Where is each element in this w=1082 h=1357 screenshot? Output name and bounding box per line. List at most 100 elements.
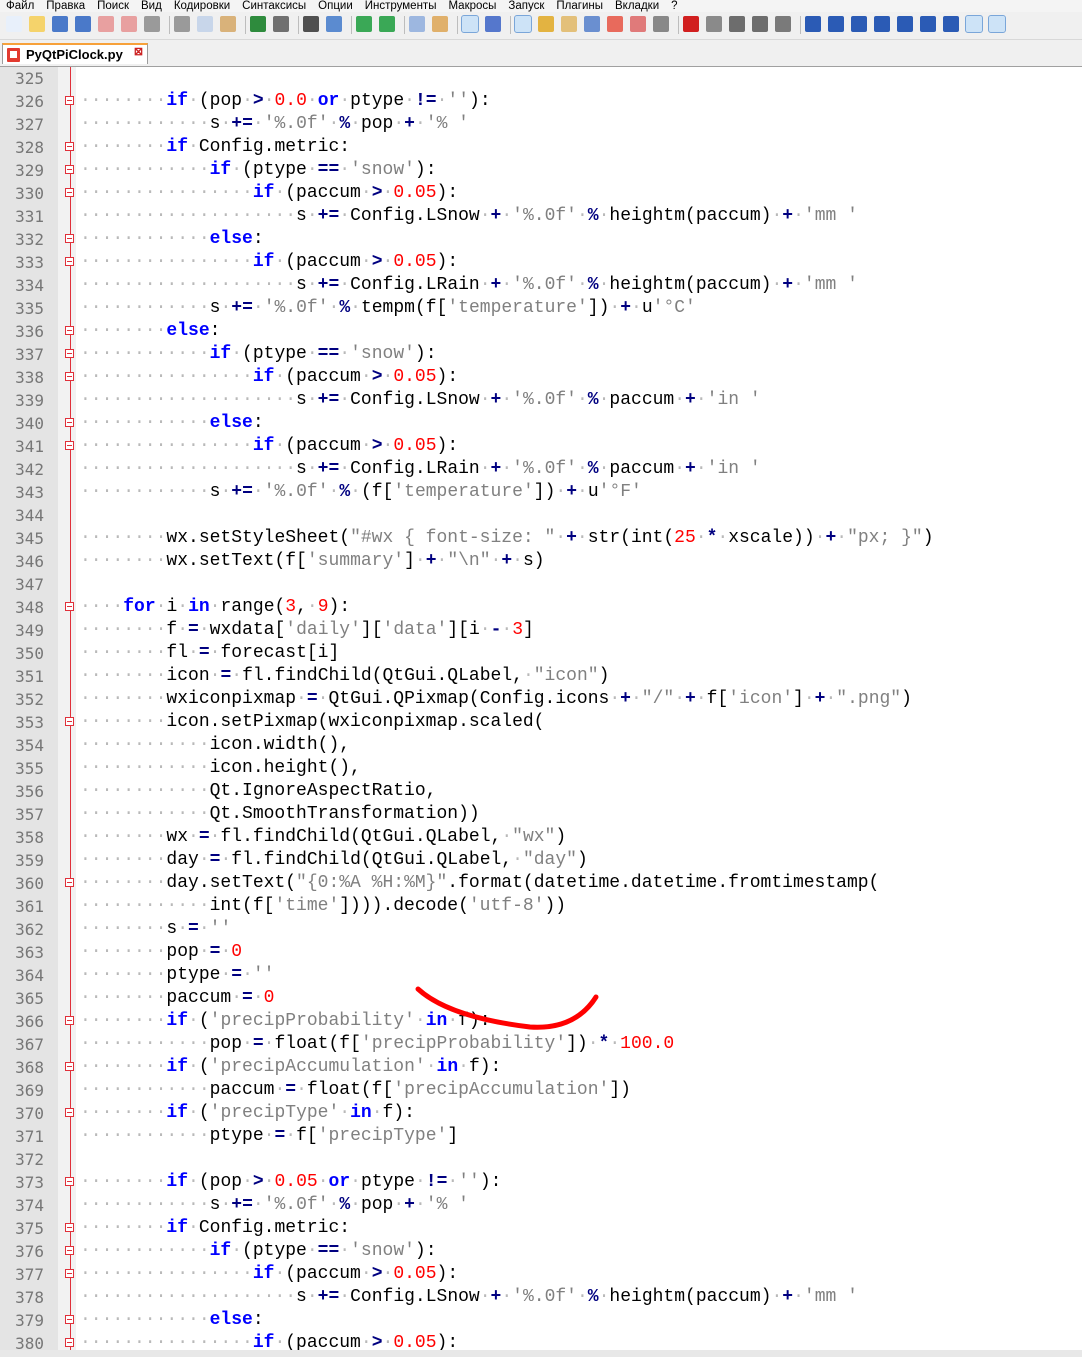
menu-item-8[interactable]: Макросы	[442, 0, 496, 12]
code-line[interactable]: 369 ············paccum·=·float(f['precipA…	[0, 1079, 1082, 1102]
wrap-icon[interactable]	[461, 15, 479, 33]
menu-item-2[interactable]: Поиск	[91, 0, 129, 12]
menu-item-7[interactable]: Инструменты	[359, 0, 437, 12]
sync-horizontal-icon[interactable]	[432, 16, 448, 32]
copy-icon[interactable]	[197, 16, 213, 32]
menu-item-3[interactable]: Вид	[135, 0, 162, 12]
find-icon[interactable]	[303, 16, 319, 32]
code-line[interactable]: 328 ········if·Config.metric:	[0, 136, 1082, 159]
menu-item-9[interactable]: Запуск	[502, 0, 544, 12]
fold-toggle-icon[interactable]	[65, 717, 74, 726]
code-line[interactable]: 349 ········f·=·wxdata['daily']['data'][i…	[0, 619, 1082, 642]
new-file-icon[interactable]	[6, 16, 22, 32]
code-line[interactable]: 335 ············s·+=·'%.0f'·%·tempm(f['te…	[0, 297, 1082, 320]
fold-toggle-icon[interactable]	[65, 234, 74, 243]
code-line[interactable]: 333 ················if·(paccum·>·0.05):	[0, 251, 1082, 274]
collapse-icon[interactable]	[874, 16, 890, 32]
code-line[interactable]: 338 ················if·(paccum·>·0.05):	[0, 366, 1082, 389]
code-line[interactable]: 372	[0, 1148, 1082, 1171]
list-icon[interactable]	[828, 16, 844, 32]
play-macro-icon[interactable]	[729, 16, 745, 32]
menu-item-6[interactable]: Опции	[312, 0, 353, 12]
folder-icon[interactable]	[607, 16, 623, 32]
show-all-chars-icon[interactable]	[485, 16, 501, 32]
code-line[interactable]: 330 ················if·(paccum·>·0.05):	[0, 182, 1082, 205]
close-icon[interactable]: ⊠	[133, 47, 144, 58]
cut-icon[interactable]	[174, 16, 190, 32]
open-file-icon[interactable]	[29, 16, 45, 32]
code-line[interactable]: 376 ············if·(ptype·==·'snow'):	[0, 1240, 1082, 1263]
bookmark-icon[interactable]	[805, 16, 821, 32]
code-line[interactable]: 362 ········s·=·''	[0, 918, 1082, 941]
code-line[interactable]: 348 ····for·i·in·range(3,·9):	[0, 596, 1082, 619]
code-line[interactable]: 357 ············Qt.SmoothTransformation))	[0, 803, 1082, 826]
code-line[interactable]: 346 ········wx.setText(f['summary']·+·"\n…	[0, 550, 1082, 573]
window-icon[interactable]	[965, 15, 983, 33]
zoom-out-icon[interactable]	[379, 16, 395, 32]
spellcheck-icon[interactable]	[988, 15, 1006, 33]
paste-icon[interactable]	[220, 16, 236, 32]
code-line[interactable]: 379 ············else:	[0, 1309, 1082, 1332]
fold-toggle-icon[interactable]	[65, 349, 74, 358]
code-editor[interactable]: 325 326 ········if·(pop·>·0.0·or·ptype·!=·…	[0, 67, 1082, 1350]
lang-icon[interactable]	[538, 16, 554, 32]
fold-toggle-icon[interactable]	[65, 165, 74, 174]
code-line[interactable]: 341 ················if·(paccum·>·0.05):	[0, 435, 1082, 458]
code-line[interactable]: 377 ················if·(paccum·>·0.05):	[0, 1263, 1082, 1286]
code-line[interactable]: 340 ············else:	[0, 412, 1082, 435]
code-line[interactable]: 339 ····················s·+=·Config.LSnow…	[0, 389, 1082, 412]
fold-toggle-icon[interactable]	[65, 1223, 74, 1232]
code-line[interactable]: 332 ············else:	[0, 228, 1082, 251]
monitor-icon[interactable]	[630, 16, 646, 32]
tab-pyqtpiclock[interactable]: PyQtPiClock.py ⊠	[2, 43, 148, 64]
save-icon[interactable]	[52, 16, 68, 32]
fold-toggle-icon[interactable]	[65, 418, 74, 427]
fold-toggle-icon[interactable]	[65, 96, 74, 105]
fold-toggle-icon[interactable]	[65, 1269, 74, 1278]
doc-map-icon[interactable]	[561, 16, 577, 32]
eye-icon[interactable]	[653, 16, 669, 32]
code-line[interactable]: 378 ····················s·+=·Config.LSnow…	[0, 1286, 1082, 1309]
code-line[interactable]: 361 ············int(f['time']))).decode('…	[0, 895, 1082, 918]
code-line[interactable]: 350 ········fl·=·forecast[i]	[0, 642, 1082, 665]
code-line[interactable]: 354 ············icon.width(),	[0, 734, 1082, 757]
code-line[interactable]: 367 ············pop·=·float(f['precipProb…	[0, 1033, 1082, 1056]
menu-item-1[interactable]: Правка	[40, 0, 85, 12]
code-line[interactable]: 375 ········if·Config.metric:	[0, 1217, 1082, 1240]
fold-toggle-icon[interactable]	[65, 188, 74, 197]
save-all-icon[interactable]	[75, 16, 91, 32]
code-line[interactable]: 370 ········if·('precipType'·in·f):	[0, 1102, 1082, 1125]
code-line[interactable]: 343 ············s·+=·'%.0f'·%·(f['tempera…	[0, 481, 1082, 504]
list-icon-2[interactable]	[851, 16, 867, 32]
sync-vertical-icon[interactable]	[409, 16, 425, 32]
fold-toggle-icon[interactable]	[65, 1338, 74, 1347]
arrow-down-icon[interactable]	[920, 16, 936, 32]
menu-item-12[interactable]: ?	[665, 0, 677, 12]
fold-toggle-icon[interactable]	[65, 142, 74, 151]
code-line[interactable]: 351 ········icon·=·fl.findChild(QtGui.QLa…	[0, 665, 1082, 688]
code-line[interactable]: 331 ····················s·+=·Config.LSnow…	[0, 205, 1082, 228]
code-line[interactable]: 380 ················if·(paccum·>·0.05):	[0, 1332, 1082, 1350]
code-line[interactable]: 356 ············Qt.IgnoreAspectRatio,	[0, 780, 1082, 803]
code-line[interactable]: 326 ········if·(pop·>·0.0·or·ptype·!=·'')…	[0, 90, 1082, 113]
code-line[interactable]: 334 ····················s·+=·Config.LRain…	[0, 274, 1082, 297]
fold-toggle-icon[interactable]	[65, 1108, 74, 1117]
code-line[interactable]: 353 ········icon.setPixmap(wxiconpixmap.s…	[0, 711, 1082, 734]
code-line[interactable]: 337 ············if·(ptype·==·'snow'):	[0, 343, 1082, 366]
horizontal-scrollbar[interactable]	[0, 1350, 1082, 1357]
fold-toggle-icon[interactable]	[65, 1177, 74, 1186]
menu-item-5[interactable]: Синтаксисы	[236, 0, 306, 12]
code-line[interactable]: 329 ············if·(ptype·==·'snow'):	[0, 159, 1082, 182]
code-line[interactable]: 347	[0, 573, 1082, 596]
stop-macro-icon[interactable]	[706, 16, 722, 32]
code-line[interactable]: 363 ········pop·=·0	[0, 941, 1082, 964]
fold-toggle-icon[interactable]	[65, 372, 74, 381]
fold-toggle-icon[interactable]	[65, 602, 74, 611]
zoom-in-icon[interactable]	[356, 16, 372, 32]
code-line[interactable]: 352 ········wxiconpixmap·=·QtGui.QPixmap(…	[0, 688, 1082, 711]
code-line[interactable]: 327 ············s·+=·'%.0f'·%·pop·+·'% '	[0, 113, 1082, 136]
fold-toggle-icon[interactable]	[65, 1246, 74, 1255]
fold-toggle-icon[interactable]	[65, 1315, 74, 1324]
code-line[interactable]: 373 ········if·(pop·>·0.05·or·ptype·!=·''…	[0, 1171, 1082, 1194]
menu-item-11[interactable]: Вкладки	[609, 0, 659, 12]
